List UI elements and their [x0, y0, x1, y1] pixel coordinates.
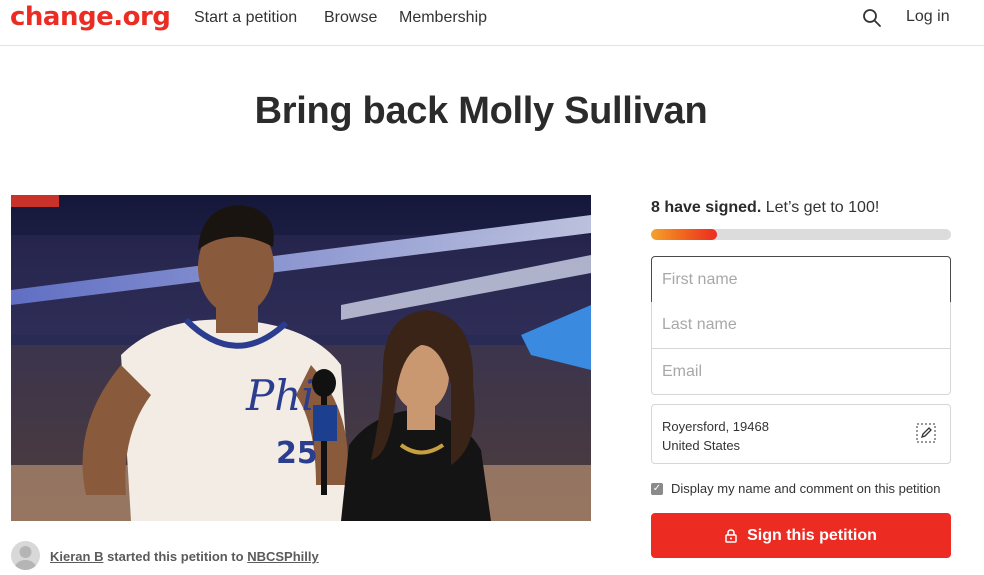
first-name-input[interactable]: [651, 256, 951, 303]
signature-goal: Let’s get to 100!: [761, 199, 880, 216]
edit-pencil-icon[interactable]: [916, 423, 936, 443]
site-header: change.org Start a petition Browse Membe…: [0, 0, 984, 46]
login-link[interactable]: Log in: [906, 8, 950, 26]
svg-text:25: 25: [276, 436, 318, 471]
display-name-option: ✓ Display my name and comment on this pe…: [651, 481, 941, 496]
display-name-checkbox[interactable]: ✓: [651, 482, 663, 495]
display-name-label: Display my name and comment on this peti…: [671, 481, 941, 496]
location-field[interactable]: Royersford, 19468 United States: [651, 404, 951, 464]
signed-count: 8 have signed.: [651, 199, 762, 216]
sign-petition-button[interactable]: Sign this petition: [651, 513, 951, 558]
petition-image: Phi 25: [11, 195, 591, 521]
location-line1: Royersford, 19468: [662, 419, 769, 434]
target-link[interactable]: NBCSPhilly: [247, 549, 319, 564]
author-line: Kieran B started this petition to NBCSPh…: [50, 549, 319, 564]
location-line2: United States: [662, 438, 741, 453]
last-name-input[interactable]: [651, 302, 951, 349]
sign-button-label: Sign this petition: [747, 526, 877, 544]
nav-browse[interactable]: Browse: [324, 9, 377, 27]
author-avatar[interactable]: [11, 541, 40, 570]
signature-progress-bar: [651, 229, 951, 240]
change-org-logo[interactable]: change.org: [10, 2, 171, 32]
svg-text:Phi: Phi: [245, 371, 315, 420]
nav-start-petition[interactable]: Start a petition: [194, 9, 297, 27]
signature-count: 8 have signed. Let’s get to 100!: [651, 199, 879, 217]
petition-title: Bring back Molly Sullivan: [254, 90, 708, 132]
search-icon[interactable]: [862, 8, 882, 28]
email-input[interactable]: [651, 348, 951, 395]
nav-membership[interactable]: Membership: [399, 9, 487, 27]
lock-icon: [725, 528, 737, 543]
progress-fill: [651, 229, 717, 240]
author-link[interactable]: Kieran B: [50, 549, 103, 564]
started-text: started this petition to: [103, 549, 248, 564]
